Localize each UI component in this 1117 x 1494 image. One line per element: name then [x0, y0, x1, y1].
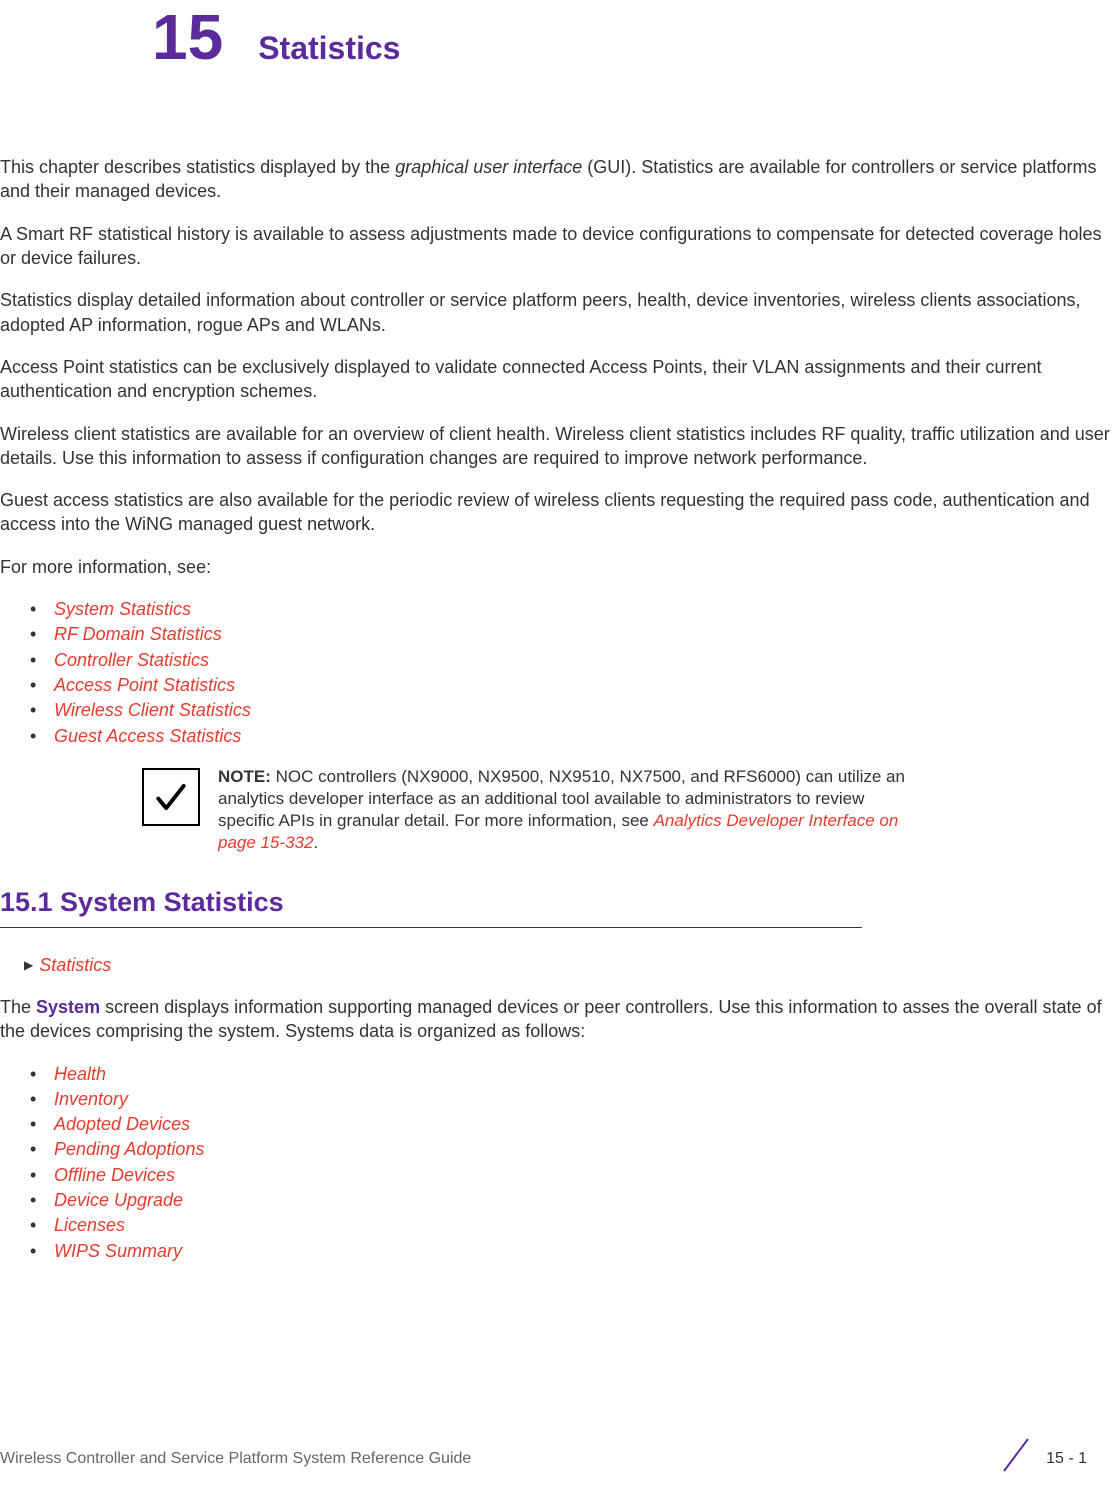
footer-guide-title: Wireless Controller and Service Platform…	[0, 1448, 471, 1470]
link-device-upgrade[interactable]: Device Upgrade	[30, 1188, 1117, 1212]
chapter-title: Statistics	[258, 27, 400, 70]
link-inventory[interactable]: Inventory	[30, 1087, 1117, 1111]
link-offline-devices[interactable]: Offline Devices	[30, 1163, 1117, 1187]
page-number: 15 - 1	[1046, 1448, 1087, 1470]
footer-slash-icon	[996, 1435, 1036, 1482]
intro-paragraph-2: A Smart RF statistical history is availa…	[0, 222, 1117, 271]
link-system-statistics[interactable]: System Statistics	[30, 597, 1117, 621]
intro-paragraph-4: Access Point statistics can be exclusive…	[0, 355, 1117, 404]
link-access-point-statistics[interactable]: Access Point Statistics	[30, 673, 1117, 697]
intro-paragraph-1: This chapter describes statistics displa…	[0, 155, 1117, 204]
chapter-number: 15	[152, 5, 223, 69]
topic-link-list: System Statistics RF Domain Statistics C…	[0, 597, 1117, 748]
link-pending-adoptions[interactable]: Pending Adoptions	[30, 1137, 1117, 1161]
text: screen displays information supporting m…	[0, 997, 1102, 1041]
intro-paragraph-6: Guest access statistics are also availab…	[0, 488, 1117, 537]
link-licenses[interactable]: Licenses	[30, 1213, 1117, 1237]
note-callout: NOTE: NOC controllers (NX9000, NX9500, N…	[142, 766, 922, 854]
checkmark-icon	[142, 768, 200, 826]
triangle-right-icon: ▶	[24, 957, 33, 973]
note-text: NOTE: NOC controllers (NX9000, NX9500, N…	[218, 766, 922, 854]
link-health[interactable]: Health	[30, 1062, 1117, 1086]
link-wips-summary[interactable]: WIPS Summary	[30, 1239, 1117, 1263]
section-link-list: Health Inventory Adopted Devices Pending…	[0, 1062, 1117, 1263]
see-also-label: For more information, see:	[0, 555, 1117, 579]
intro-paragraph-5: Wireless client statistics are available…	[0, 422, 1117, 471]
link-adopted-devices[interactable]: Adopted Devices	[30, 1112, 1117, 1136]
section-heading: 15.1 System Statistics	[0, 884, 1117, 920]
link-wireless-client-statistics[interactable]: Wireless Client Statistics	[30, 698, 1117, 722]
link-guest-access-statistics[interactable]: Guest Access Statistics	[30, 724, 1117, 748]
note-label: NOTE:	[218, 767, 271, 786]
note-after: .	[313, 833, 318, 852]
section-rule	[0, 927, 862, 928]
intro-paragraph-3: Statistics display detailed information …	[0, 288, 1117, 337]
link-controller-statistics[interactable]: Controller Statistics	[30, 648, 1117, 672]
chapter-body: This chapter describes statistics displa…	[0, 155, 1117, 1263]
breadcrumb-link-statistics[interactable]: Statistics	[39, 953, 111, 977]
chapter-header: 15 Statistics	[152, 0, 1117, 70]
text: The	[0, 997, 36, 1017]
page-footer: Wireless Controller and Service Platform…	[0, 1435, 1087, 1482]
section-intro: The System screen displays information s…	[0, 995, 1117, 1044]
emphasized-term: graphical user interface	[395, 157, 582, 177]
system-screen-label: System	[36, 997, 100, 1017]
link-rf-domain-statistics[interactable]: RF Domain Statistics	[30, 622, 1117, 646]
breadcrumb: ▶ Statistics	[24, 953, 1117, 977]
text: This chapter describes statistics displa…	[0, 157, 395, 177]
